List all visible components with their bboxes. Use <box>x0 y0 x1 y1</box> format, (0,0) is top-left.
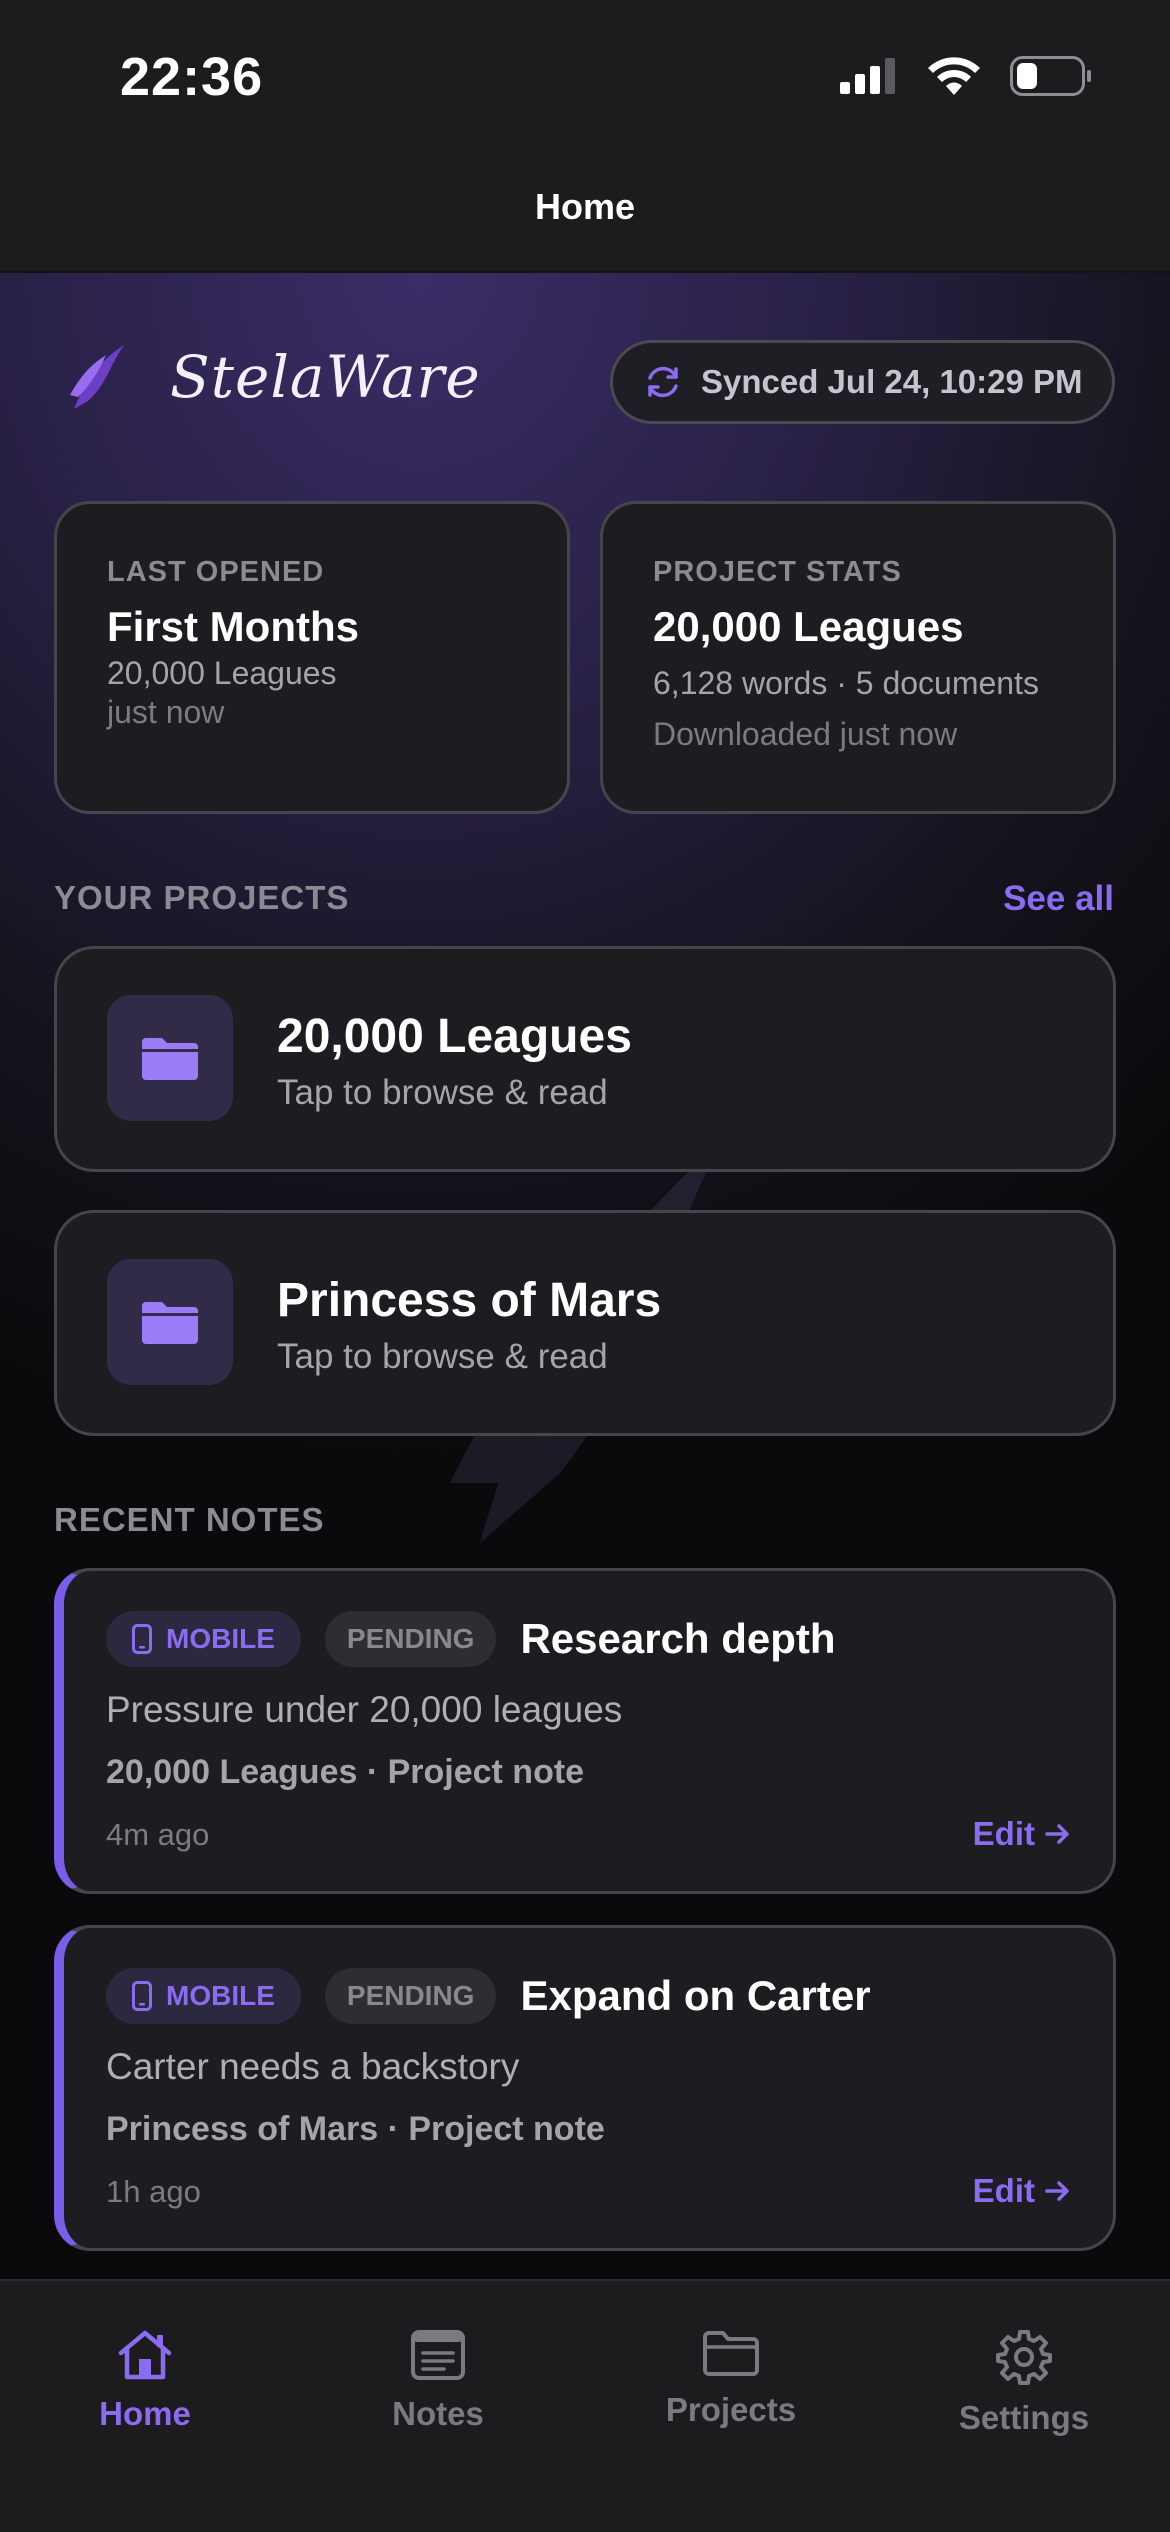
tab-settings[interactable]: Settings <box>904 2329 1144 2437</box>
project-title: 20,000 Leagues <box>277 1010 632 1063</box>
see-all-link[interactable]: See all <box>1003 879 1114 919</box>
edit-label: Edit <box>972 1815 1035 1852</box>
project-card[interactable]: 20,000 Leagues Tap to browse & read <box>54 946 1116 1172</box>
note-card[interactable]: MOBILE PENDING Research depth Pressure u… <box>54 1568 1116 1894</box>
note-title: Expand on Carter <box>520 1972 871 2019</box>
home-content[interactable]: StelaWare Synced Jul 24, 10:29 PM LAST O… <box>0 273 1170 2279</box>
sync-status-button[interactable]: Synced Jul 24, 10:29 PM <box>610 340 1115 424</box>
status-icons <box>840 56 1092 96</box>
mobile-badge-label: MOBILE <box>166 1980 275 2011</box>
note-body: Pressure under 20,000 leagues <box>106 1689 623 1730</box>
project-folder <box>107 1259 233 1385</box>
project-folder <box>107 995 233 1121</box>
project-title: Princess of Mars <box>277 1274 662 1327</box>
project-card[interactable]: Princess of Mars Tap to browse & read <box>54 1210 1116 1436</box>
project-stats-downloaded: Downloaded just now <box>653 716 958 752</box>
wifi-icon <box>928 57 980 95</box>
arrow-right-icon <box>1045 1824 1069 1844</box>
status-time: 22:36 <box>120 47 264 107</box>
last-opened-card[interactable]: LAST OPENED First Months 20,000 Leagues … <box>54 501 570 814</box>
brand: StelaWare <box>70 343 481 411</box>
folder-icon <box>142 1302 198 1344</box>
edit-note-button[interactable]: Edit <box>973 2172 1071 2210</box>
tab-settings-label: Settings <box>958 2399 1090 2436</box>
last-opened-project: 20,000 Leagues <box>107 655 337 691</box>
folder-icon <box>142 1038 198 1080</box>
gear-icon <box>996 2330 1052 2385</box>
tab-bar: Home Notes Projects Settings <box>0 2279 1170 2532</box>
tab-projects-label: Projects <box>665 2391 797 2428</box>
mobile-badge: MOBILE <box>106 1968 301 2024</box>
edit-note-button[interactable]: Edit <box>973 1815 1071 1853</box>
note-card[interactable]: MOBILE PENDING Expand on Carter Carter n… <box>54 1925 1116 2251</box>
project-stats-title: 20,000 Leagues <box>653 603 964 650</box>
home-icon <box>118 2330 172 2380</box>
last-opened-time: just now <box>107 694 225 730</box>
mobile-badge-label: MOBILE <box>166 1623 275 1654</box>
last-opened-eyebrow: LAST OPENED <box>107 556 325 588</box>
brand-name: StelaWare <box>170 343 481 411</box>
phone-icon <box>132 1981 152 2011</box>
note-meta: 20,000 Leagues · Project note <box>106 1753 585 1791</box>
note-body: Carter needs a backstory <box>106 2046 520 2087</box>
battery-icon <box>1010 56 1091 96</box>
notes-icon <box>411 2330 465 2380</box>
note-title: Research depth <box>520 1615 836 1662</box>
page-title: Home <box>534 186 636 227</box>
cellular-signal-icon <box>840 58 895 94</box>
arrow-right-icon <box>1045 2181 1069 2201</box>
note-header: MOBILE PENDING Research depth <box>106 1611 836 1667</box>
pending-badge: PENDING <box>324 1968 497 2024</box>
project-stats-eyebrow: PROJECT STATS <box>653 556 902 588</box>
notes-section-label: RECENT NOTES <box>54 1501 325 1538</box>
tab-projects[interactable]: Projects <box>611 2329 851 2429</box>
status-bar: 22:36 <box>0 0 1170 150</box>
note-time: 4m ago <box>106 1817 210 1852</box>
mobile-badge: MOBILE <box>106 1611 301 1667</box>
projects-section-label: YOUR PROJECTS <box>54 879 350 916</box>
folder-icon <box>703 2331 759 2376</box>
note-header: MOBILE PENDING Expand on Carter <box>106 1968 871 2024</box>
project-subtitle: Tap to browse & read <box>277 1337 608 1376</box>
tab-home-label: Home <box>99 2395 191 2432</box>
navigation-bar: Home <box>0 150 1170 273</box>
tab-home[interactable]: Home <box>25 2329 265 2433</box>
feather-logo-icon <box>70 345 124 409</box>
tab-notes[interactable]: Notes <box>318 2329 558 2433</box>
phone-icon <box>132 1624 152 1654</box>
edit-label: Edit <box>972 2172 1035 2209</box>
tab-notes-label: Notes <box>392 2395 484 2432</box>
note-time: 1h ago <box>106 2174 201 2209</box>
last-opened-title: First Months <box>107 603 359 650</box>
project-stats-card[interactable]: PROJECT STATS 20,000 Leagues 6,128 words… <box>600 501 1116 814</box>
project-stats-summary: 6,128 words · 5 documents <box>653 665 1039 701</box>
project-subtitle: Tap to browse & read <box>277 1073 608 1112</box>
sync-icon <box>648 366 678 398</box>
sync-label: Synced Jul 24, 10:29 PM <box>701 363 1083 400</box>
pending-badge: PENDING <box>324 1611 497 1667</box>
note-meta: Princess of Mars · Project note <box>106 2110 605 2148</box>
